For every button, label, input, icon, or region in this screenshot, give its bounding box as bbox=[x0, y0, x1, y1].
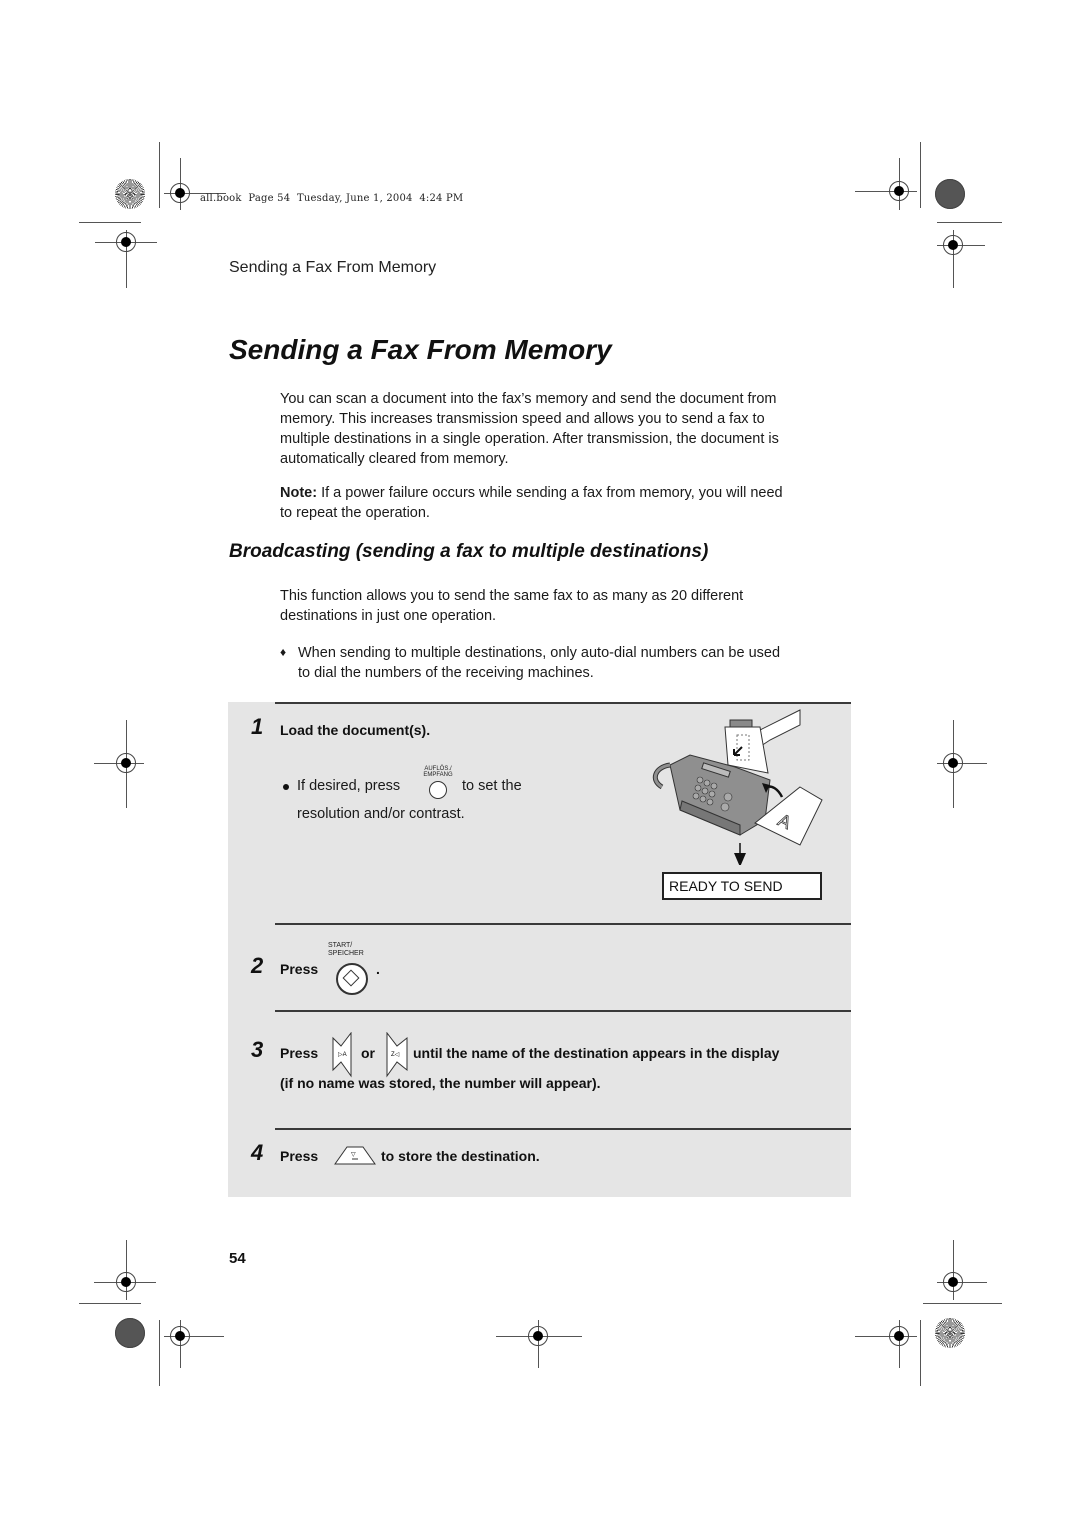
button-label: AUFLÖS./ EMPFANG bbox=[423, 766, 453, 778]
scroll-left-key-icon[interactable]: Z◁ bbox=[385, 1032, 409, 1078]
step-text: (if no name was stored, the number will … bbox=[280, 1075, 601, 1091]
step-number: 4 bbox=[251, 1140, 264, 1165]
crosshair-icon bbox=[528, 1326, 548, 1346]
color-target-icon bbox=[935, 1318, 965, 1348]
scroll-right-key-icon[interactable]: ▷A bbox=[331, 1032, 353, 1078]
crosshair-icon bbox=[116, 753, 136, 773]
intro-paragraph: You can scan a document into the fax’s m… bbox=[280, 391, 779, 467]
svg-text:▷A: ▷A bbox=[338, 1052, 347, 1058]
page-number: 54 bbox=[229, 1250, 246, 1267]
crosshair-icon bbox=[889, 1326, 909, 1346]
step-text: Press bbox=[280, 1148, 319, 1164]
step-number: 2 bbox=[251, 953, 264, 978]
crosshair-icon bbox=[170, 183, 190, 203]
step-text: to set the bbox=[462, 778, 522, 794]
diamond-bullet-icon: ♦ bbox=[280, 645, 287, 659]
note-label: Note: bbox=[280, 485, 318, 501]
divider bbox=[275, 1128, 851, 1130]
step-text: or bbox=[361, 1045, 375, 1061]
step-text: Press bbox=[280, 961, 319, 977]
section-heading: Broadcasting (sending a fax to multiple … bbox=[229, 541, 709, 562]
step-text: Press bbox=[280, 1045, 319, 1061]
divider bbox=[275, 923, 851, 925]
step-text: to store the destination. bbox=[381, 1148, 540, 1164]
step-text: resolution and/or contrast. bbox=[297, 806, 465, 822]
running-head: Sending a Fax From Memory bbox=[229, 259, 437, 276]
crosshair-icon bbox=[116, 232, 136, 252]
color-target-icon bbox=[115, 179, 145, 209]
step-text: until the name of the destination appear… bbox=[413, 1045, 780, 1061]
crosshair-icon bbox=[943, 1272, 963, 1292]
step-title: Load the document(s). bbox=[280, 722, 431, 738]
color-target-icon bbox=[115, 1318, 145, 1348]
crosshair-icon bbox=[943, 235, 963, 255]
note-paragraph: Note: If a power failure occurs while se… bbox=[280, 485, 783, 521]
color-target-icon bbox=[935, 179, 965, 209]
svg-text:Z◁: Z◁ bbox=[391, 1052, 400, 1058]
step-text: If desired, press bbox=[297, 778, 401, 794]
step-number: 1 bbox=[251, 714, 264, 739]
print-metadata: all.book Page 54 Tuesday, June 1, 2004 4… bbox=[200, 193, 464, 204]
lcd-display: READY TO SEND bbox=[662, 872, 822, 900]
section-paragraph: This function allows you to send the sam… bbox=[280, 588, 744, 624]
fax-machine-illustration: A bbox=[652, 709, 823, 865]
start-speicher-button[interactable] bbox=[336, 963, 368, 995]
divider bbox=[275, 702, 851, 704]
resolution-button[interactable] bbox=[429, 781, 447, 799]
divider bbox=[275, 1010, 851, 1012]
start-diamond-icon bbox=[342, 969, 360, 987]
bullet-dot-icon bbox=[283, 784, 289, 790]
store-key-icon[interactable]: ▽ bbox=[333, 1144, 377, 1166]
button-label: START/ SPEICHER bbox=[328, 942, 364, 957]
crosshair-icon bbox=[943, 753, 963, 773]
section-bullet: When sending to multiple destinations, o… bbox=[298, 645, 781, 681]
page-title: Sending a Fax From Memory bbox=[229, 334, 612, 365]
step-number: 3 bbox=[251, 1037, 264, 1062]
crosshair-icon bbox=[170, 1326, 190, 1346]
crosshair-icon bbox=[889, 181, 909, 201]
step-text: . bbox=[376, 961, 380, 977]
svg-text:▽: ▽ bbox=[351, 1152, 356, 1158]
crosshair-icon bbox=[116, 1272, 136, 1292]
